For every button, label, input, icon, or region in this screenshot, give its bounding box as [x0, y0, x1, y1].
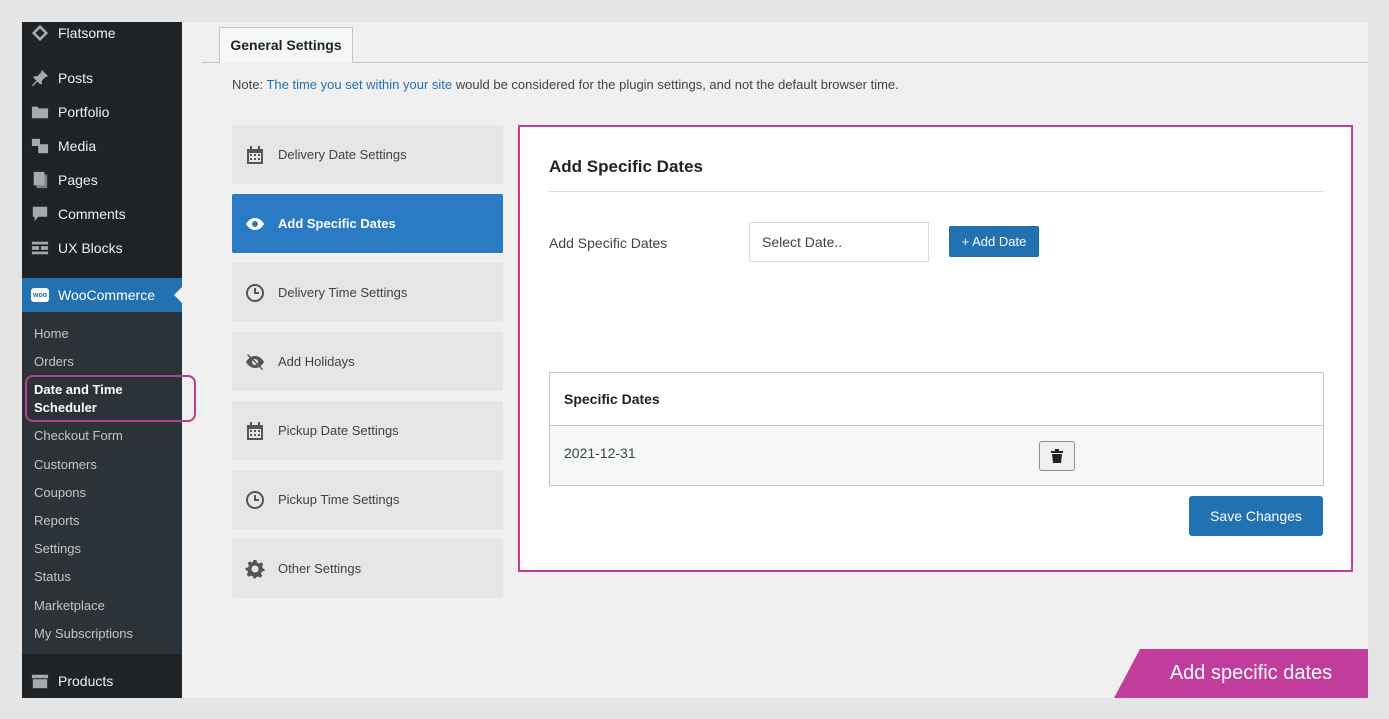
nav-delivery-date-settings[interactable]: Delivery Date Settings: [232, 125, 503, 184]
nav-add-specific-dates[interactable]: Add Specific Dates: [232, 194, 503, 253]
site-time-link[interactable]: The time you set within your site: [266, 77, 452, 92]
woocommerce-submenu: Home Orders Date and Time Scheduler Chec…: [22, 312, 182, 654]
delete-date-button[interactable]: [1039, 441, 1075, 471]
menu-item-portfolio[interactable]: Portfolio: [22, 95, 182, 129]
menu-label: Portfolio: [58, 104, 110, 120]
folder-icon: [22, 103, 58, 121]
submenu-item-status[interactable]: Status: [34, 568, 174, 586]
menu-item-flatsome[interactable]: Flatsome: [22, 22, 182, 50]
submenu-item-orders[interactable]: Orders: [34, 353, 174, 371]
current-page-highlight: [25, 375, 196, 422]
timezone-note: Note: The time you set within your site …: [232, 77, 899, 92]
add-date-button[interactable]: + Add Date: [949, 226, 1039, 257]
nav-delivery-time-settings[interactable]: Delivery Time Settings: [232, 263, 503, 322]
nav-label: Pickup Time Settings: [278, 492, 400, 507]
select-date-input[interactable]: [749, 222, 929, 262]
save-changes-button[interactable]: Save Changes: [1189, 496, 1323, 536]
ribbon-text: Add specific dates: [1169, 662, 1333, 684]
calendar-icon: [232, 421, 278, 441]
archive-icon: [22, 672, 58, 690]
calendar-icon: [232, 145, 278, 165]
note-suffix: would be considered for the plugin setti…: [452, 77, 899, 92]
specific-dates-table: Specific Dates 2021-12-31: [549, 372, 1324, 486]
submenu-item-home[interactable]: Home: [34, 325, 174, 343]
panel-divider: [549, 191, 1324, 192]
grid-icon: [22, 239, 58, 257]
menu-item-media[interactable]: Media: [22, 129, 182, 163]
pages-icon: [22, 171, 58, 189]
specific-dates-panel: Add Specific Dates Add Specific Dates + …: [518, 125, 1353, 572]
tab-bar-divider: [202, 62, 1368, 63]
nav-label: Delivery Date Settings: [278, 147, 407, 162]
tab-general-settings[interactable]: General Settings: [219, 27, 353, 63]
submenu-item-customers[interactable]: Customers: [34, 456, 174, 474]
nav-other-settings[interactable]: Other Settings: [232, 539, 503, 598]
callout-ribbon: Add specific dates: [1114, 649, 1368, 698]
menu-label: Media: [58, 138, 97, 154]
panel-title: Add Specific Dates: [549, 157, 703, 176]
menu-label: Comments: [58, 206, 126, 222]
admin-sidebar: Flatsome Posts Portfolio Media Pages Com…: [22, 22, 182, 698]
menu-label: Pages: [58, 172, 98, 188]
menu-label: Products: [58, 673, 114, 689]
table-row: 2021-12-31: [550, 427, 1323, 485]
eye-icon: [232, 214, 278, 234]
nav-label: Delivery Time Settings: [278, 285, 408, 300]
current-menu-arrow: [174, 287, 182, 303]
specific-dates-label: Add Specific Dates: [549, 235, 668, 251]
menu-label: UX Blocks: [58, 240, 123, 256]
date-cell: 2021-12-31: [564, 445, 636, 461]
menu-item-pages[interactable]: Pages: [22, 163, 182, 197]
nav-add-holidays[interactable]: Add Holidays: [232, 332, 503, 391]
submenu-item-marketplace[interactable]: Marketplace: [34, 597, 174, 615]
note-prefix: Note:: [232, 77, 267, 92]
nav-label: Other Settings: [278, 561, 362, 576]
flatsome-diamond-icon: [22, 24, 58, 42]
clock-icon: [232, 490, 278, 510]
menu-label: Flatsome: [58, 25, 116, 41]
nav-label: Add Holidays: [278, 354, 355, 369]
menu-label: Posts: [58, 70, 94, 86]
gear-icon: [232, 559, 278, 579]
nav-label: Pickup Date Settings: [278, 423, 399, 438]
nav-pickup-time-settings[interactable]: Pickup Time Settings: [232, 470, 503, 529]
menu-item-products[interactable]: Products: [22, 664, 182, 698]
menu-label: WooCommerce: [58, 287, 155, 303]
clock-icon: [232, 283, 278, 303]
table-header: Specific Dates: [550, 373, 1323, 426]
menu-item-comments[interactable]: Comments: [22, 197, 182, 231]
screen-frame: Flatsome Posts Portfolio Media Pages Com…: [22, 22, 1368, 698]
nav-pickup-date-settings[interactable]: Pickup Date Settings: [232, 401, 503, 460]
submenu-item-my-subscriptions[interactable]: My Subscriptions: [34, 625, 174, 643]
pin-icon: [22, 69, 58, 87]
eye-slash-icon: [232, 352, 278, 372]
submenu-item-coupons[interactable]: Coupons: [34, 484, 174, 502]
menu-item-posts[interactable]: Posts: [22, 61, 182, 95]
submenu-item-settings[interactable]: Settings: [34, 540, 174, 558]
menu-item-woocommerce[interactable]: woo WooCommerce: [22, 278, 182, 312]
comment-icon: [22, 205, 58, 223]
woocommerce-icon: woo: [22, 288, 58, 302]
trash-icon: [1051, 449, 1063, 463]
nav-label: Add Specific Dates: [278, 216, 396, 231]
media-icon: [22, 137, 58, 155]
submenu-item-checkout-form[interactable]: Checkout Form: [34, 427, 174, 445]
menu-item-ux-blocks[interactable]: UX Blocks: [22, 231, 182, 265]
submenu-item-reports[interactable]: Reports: [34, 512, 174, 530]
